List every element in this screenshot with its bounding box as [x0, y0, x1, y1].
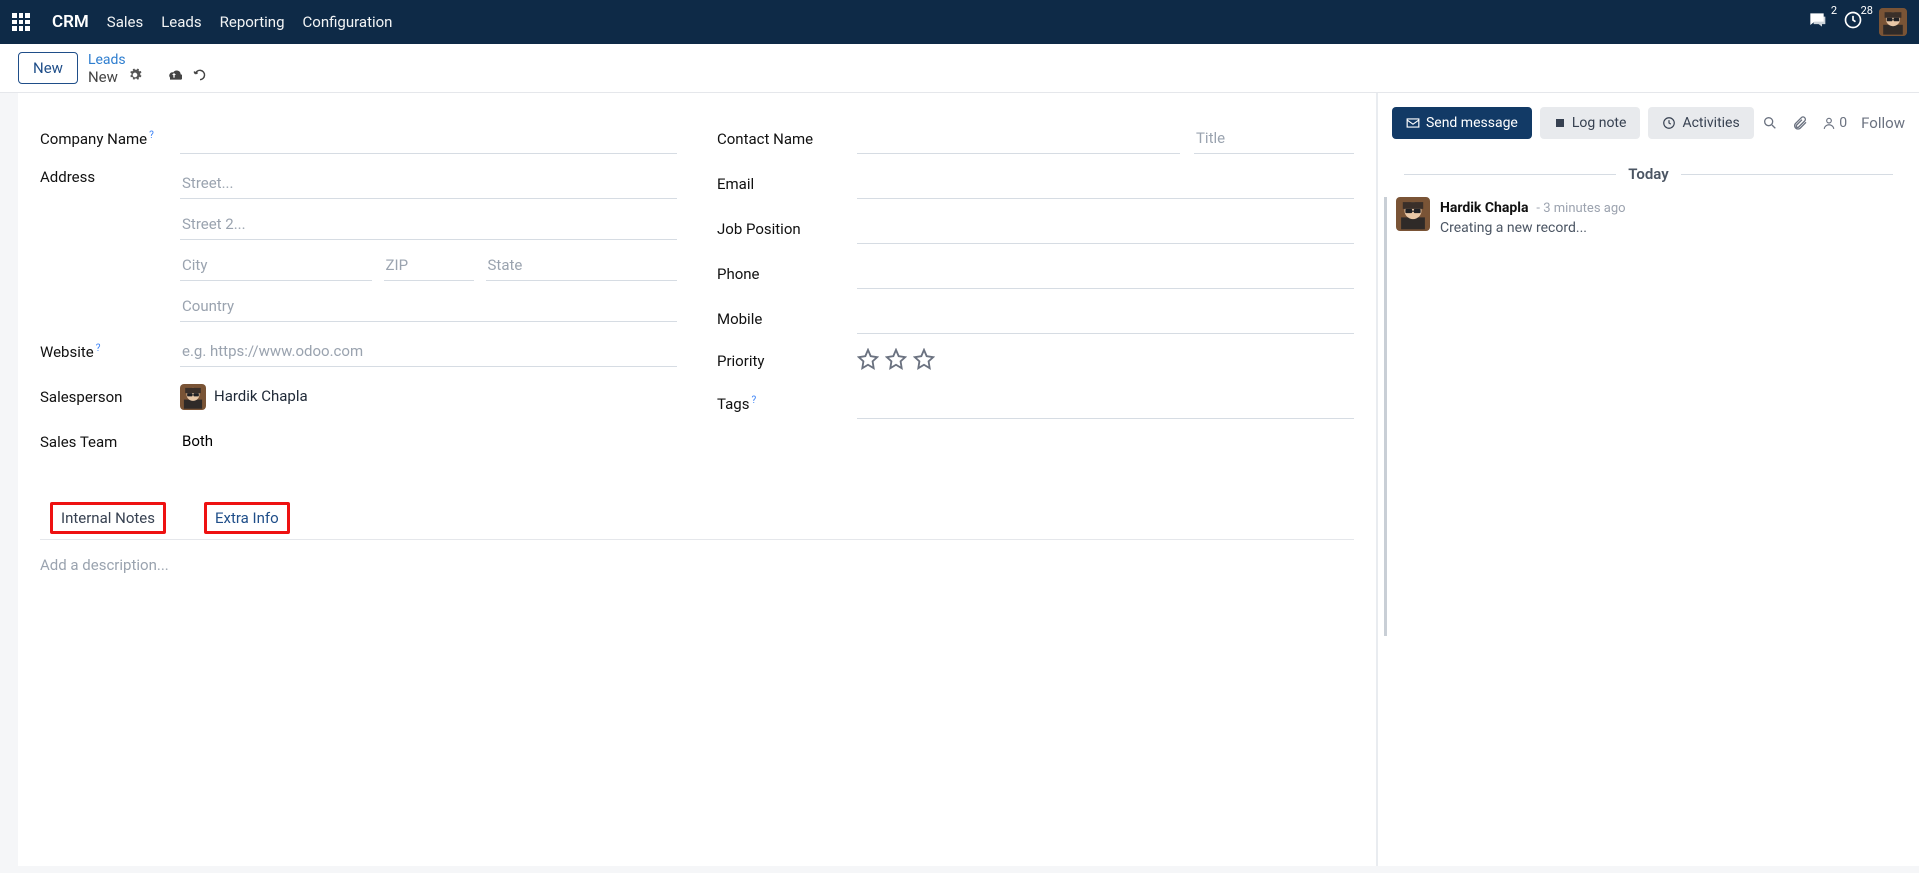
salesperson-label: Salesperson [40, 388, 180, 406]
breadcrumb-current: New [88, 68, 118, 86]
phone-label: Phone [717, 265, 857, 283]
tags-input[interactable] [857, 388, 1354, 419]
contact-name-input[interactable] [857, 123, 1180, 154]
description-input[interactable] [40, 556, 1354, 676]
contact-name-label: Contact Name [717, 130, 857, 148]
clock-badge: 28 [1861, 4, 1873, 17]
country-input[interactable] [180, 291, 677, 322]
help-icon[interactable]: ? [751, 395, 756, 406]
email-input[interactable] [857, 168, 1354, 199]
subheader: New Leads New [0, 44, 1919, 93]
website-label: Website? [40, 343, 180, 361]
brand[interactable]: CRM [52, 12, 89, 32]
cloud-upload-icon[interactable] [166, 68, 182, 86]
priority-label: Priority [717, 352, 857, 370]
search-icon[interactable] [1762, 115, 1778, 131]
star-icon[interactable] [913, 348, 935, 374]
undo-icon[interactable] [192, 68, 208, 86]
log-note-button[interactable]: Log note [1540, 107, 1641, 139]
message-text: Creating a new record... [1440, 220, 1626, 236]
nav-reporting[interactable]: Reporting [220, 13, 285, 31]
website-input[interactable] [180, 336, 677, 367]
apps-icon[interactable] [12, 13, 30, 31]
street-input[interactable] [180, 168, 677, 199]
job-label: Job Position [717, 220, 857, 238]
salesperson-value[interactable]: Hardik Chapla [214, 381, 677, 412]
salesteam-label: Sales Team [40, 433, 180, 451]
new-button[interactable]: New [18, 52, 78, 84]
zip-input[interactable] [384, 250, 474, 281]
company-name-label: Company Name? [40, 130, 180, 148]
city-input[interactable] [180, 250, 372, 281]
phone-input[interactable] [857, 258, 1354, 289]
message-author[interactable]: Hardik Chapla [1440, 200, 1528, 216]
chat-badge: 2 [1831, 4, 1837, 17]
follow-button[interactable]: Follow [1861, 114, 1905, 132]
activities-button[interactable]: Activities [1648, 107, 1753, 139]
tab-internal-notes[interactable]: Internal Notes [44, 499, 172, 539]
email-label: Email [717, 175, 857, 193]
tab-extra-info[interactable]: Extra Info [198, 499, 296, 539]
chatter-panel: Send message Log note Activities 0 Follo… [1377, 93, 1919, 866]
state-input[interactable] [486, 250, 678, 281]
job-input[interactable] [857, 213, 1354, 244]
salesteam-input[interactable] [180, 426, 677, 457]
breadcrumb-parent[interactable]: Leads [88, 52, 208, 68]
form-card: Company Name? Address [18, 93, 1377, 866]
help-icon[interactable]: ? [149, 130, 154, 141]
message-avatar [1396, 197, 1430, 231]
salesperson-avatar [180, 384, 206, 410]
timeline-line [1384, 197, 1387, 636]
nav-leads[interactable]: Leads [161, 13, 201, 31]
timeline-today: Today [1392, 165, 1905, 183]
street2-input[interactable] [180, 209, 677, 240]
tags-label: Tags? [717, 395, 857, 413]
tabs: Internal Notes Extra Info [40, 499, 1354, 540]
clock-icon[interactable]: 28 [1843, 10, 1863, 34]
star-icon[interactable] [885, 348, 907, 374]
star-icon[interactable] [857, 348, 879, 374]
message-time: - 3 minutes ago [1536, 201, 1625, 216]
followers-icon[interactable]: 0 [1822, 115, 1847, 131]
user-avatar[interactable] [1879, 8, 1907, 36]
mobile-label: Mobile [717, 310, 857, 328]
message: Hardik Chapla - 3 minutes ago Creating a… [1396, 197, 1905, 236]
follower-count: 0 [1839, 115, 1847, 131]
help-icon[interactable]: ? [96, 343, 101, 354]
title-input[interactable] [1194, 123, 1354, 154]
nav-sales[interactable]: Sales [107, 13, 143, 31]
nav-configuration[interactable]: Configuration [303, 13, 393, 31]
mobile-input[interactable] [857, 303, 1354, 334]
attachment-icon[interactable] [1792, 115, 1808, 131]
address-label: Address [40, 168, 180, 186]
send-message-button[interactable]: Send message [1392, 107, 1532, 139]
company-name-input[interactable] [180, 123, 677, 154]
gear-icon[interactable] [128, 68, 142, 86]
chat-icon[interactable]: 2 [1807, 10, 1827, 34]
top-nav: CRM Sales Leads Reporting Configuration … [0, 0, 1919, 44]
